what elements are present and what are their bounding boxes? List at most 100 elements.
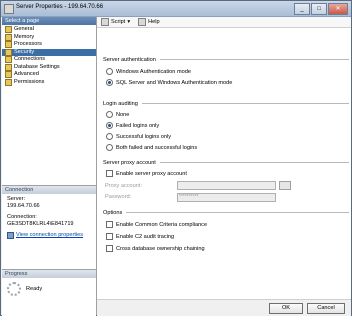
page-label: Advanced bbox=[14, 71, 39, 77]
group-title: Server proxy account bbox=[103, 159, 156, 166]
radio-button[interactable] bbox=[106, 79, 113, 86]
page-item-processors[interactable]: Processors bbox=[2, 41, 96, 49]
option-label: Enable Common Criteria compliance bbox=[116, 221, 208, 228]
radio-none[interactable]: None bbox=[106, 111, 129, 118]
option-label: Enable server proxy account bbox=[116, 170, 187, 177]
option-label: Failed logins only bbox=[116, 122, 160, 129]
connection-section: Connection Server: 199.64.70.66 Connecti… bbox=[2, 185, 96, 268]
radio-windows-authentication[interactable]: Windows Authentication mode bbox=[106, 68, 191, 75]
checkbox[interactable] bbox=[106, 170, 113, 177]
minimize-button[interactable]: _ bbox=[294, 3, 310, 15]
page-icon bbox=[5, 71, 12, 79]
page-icon bbox=[5, 56, 12, 64]
server-value: 199.64.70.66 bbox=[7, 203, 40, 209]
link-label: View connection properties bbox=[16, 232, 84, 238]
maximize-button[interactable]: □ bbox=[311, 3, 327, 15]
progress-section: Progress Ready bbox=[2, 269, 96, 332]
page-label: Permissions bbox=[14, 78, 45, 85]
progress-status: Ready bbox=[26, 286, 43, 292]
option-label: Successful logins only bbox=[116, 133, 172, 140]
server-icon bbox=[4, 4, 14, 14]
radio-failed-logins[interactable]: Failed logins only bbox=[106, 122, 159, 129]
page-item-security[interactable]: Security bbox=[2, 48, 96, 56]
chevron-down-icon: ▾ bbox=[127, 19, 131, 25]
server-label: Server: bbox=[7, 196, 26, 202]
group-title: Login auditing bbox=[103, 100, 138, 107]
page-item-permissions[interactable]: Permissions bbox=[2, 79, 96, 87]
page-label: Security bbox=[14, 48, 35, 55]
page-item-general[interactable]: General bbox=[2, 26, 96, 34]
progress-header: Progress bbox=[2, 270, 96, 278]
radio-button[interactable] bbox=[106, 133, 113, 140]
connection-header: Connection bbox=[2, 186, 96, 194]
page-icon bbox=[5, 48, 12, 56]
left-pane: Select a page General Memory Processors … bbox=[2, 17, 97, 332]
radio-button[interactable] bbox=[106, 111, 113, 118]
select-page-header: Select a page bbox=[2, 17, 96, 25]
c2-audit-checkbox[interactable]: Enable C2 audit tracing bbox=[106, 233, 174, 240]
window-title: Server Properties - 199.64.70.66 bbox=[16, 4, 104, 10]
password-input[interactable]: ********** bbox=[177, 193, 276, 202]
page-icon bbox=[5, 33, 12, 41]
option-label: SQL Server and Windows Authentication mo… bbox=[116, 79, 233, 86]
page-item-advanced[interactable]: Advanced bbox=[2, 71, 96, 79]
properties-icon bbox=[7, 232, 14, 239]
login-auditing-group: Login auditing bbox=[103, 100, 349, 107]
page-label: General bbox=[14, 26, 34, 32]
page-item-database-settings[interactable]: Database Settings bbox=[2, 64, 96, 72]
connection-label: Connection: bbox=[7, 214, 37, 220]
main-panel: Script ▾ Help Server authentication Wind… bbox=[97, 17, 351, 299]
page-label: Database Settings bbox=[14, 63, 60, 70]
option-label: Enable C2 audit tracing bbox=[116, 233, 175, 240]
radio-sql-windows-authentication[interactable]: SQL Server and Windows Authentication mo… bbox=[106, 79, 232, 86]
page-label: Memory bbox=[14, 33, 35, 40]
ok-button[interactable]: OK bbox=[269, 303, 303, 314]
page-item-connections[interactable]: Connections bbox=[2, 56, 96, 64]
option-label: None bbox=[116, 111, 130, 118]
help-button[interactable]: Help bbox=[138, 18, 160, 26]
server-properties-window: Server Properties - 199.64.70.66 _ □ ✕ S… bbox=[0, 0, 352, 332]
option-label: Cross database ownership chaining bbox=[116, 245, 205, 252]
help-icon bbox=[138, 18, 147, 26]
page-icon bbox=[5, 26, 12, 34]
page-icon bbox=[5, 78, 12, 86]
group-title: Server authentication bbox=[103, 56, 156, 63]
dialog-button-bar: OK Cancel bbox=[97, 299, 351, 316]
checkbox[interactable] bbox=[106, 221, 113, 228]
page-label: Connections bbox=[14, 56, 46, 62]
view-connection-properties-link[interactable]: View connection properties bbox=[7, 232, 91, 239]
proxy-account-group: Server proxy account bbox=[103, 159, 349, 166]
page-icon bbox=[5, 63, 12, 71]
enable-proxy-checkbox[interactable]: Enable server proxy account bbox=[106, 170, 187, 177]
toolbar: Script ▾ Help bbox=[97, 17, 351, 28]
common-criteria-checkbox[interactable]: Enable Common Criteria compliance bbox=[106, 221, 207, 228]
checkbox[interactable] bbox=[106, 245, 113, 252]
browse-button[interactable] bbox=[279, 181, 291, 190]
proxy-account-label: Proxy account: bbox=[105, 183, 142, 189]
proxy-account-input[interactable] bbox=[177, 181, 276, 190]
radio-both-logins[interactable]: Both failed and successful logins bbox=[106, 144, 197, 151]
progress-spinner-icon bbox=[7, 282, 21, 296]
script-button[interactable]: Script ▾ bbox=[101, 18, 130, 26]
page-list: General Memory Processors Security Conne… bbox=[2, 25, 96, 86]
connection-value: GE3SDT8KLRL4\E841719 bbox=[7, 221, 74, 227]
option-label: Windows Authentication mode bbox=[116, 68, 191, 75]
cancel-button[interactable]: Cancel bbox=[307, 303, 345, 314]
options-group: Options bbox=[103, 209, 349, 216]
cross-db-chaining-checkbox[interactable]: Cross database ownership chaining bbox=[106, 245, 205, 252]
page-item-memory[interactable]: Memory bbox=[2, 34, 96, 42]
group-title: Options bbox=[103, 209, 123, 216]
page-icon bbox=[5, 41, 12, 49]
radio-button[interactable] bbox=[106, 68, 113, 75]
checkbox[interactable] bbox=[106, 233, 113, 240]
radio-successful-logins[interactable]: Successful logins only bbox=[106, 133, 171, 140]
option-label: Both failed and successful logins bbox=[116, 144, 198, 151]
script-label: Script bbox=[111, 19, 126, 25]
close-button[interactable]: ✕ bbox=[328, 3, 348, 15]
title-bar[interactable]: Server Properties - 199.64.70.66 _ □ ✕ bbox=[1, 1, 351, 17]
password-label: Password: bbox=[105, 194, 132, 200]
page-label: Processors bbox=[14, 41, 42, 47]
radio-button[interactable] bbox=[106, 122, 113, 129]
help-label: Help bbox=[148, 19, 160, 25]
radio-button[interactable] bbox=[106, 144, 113, 151]
